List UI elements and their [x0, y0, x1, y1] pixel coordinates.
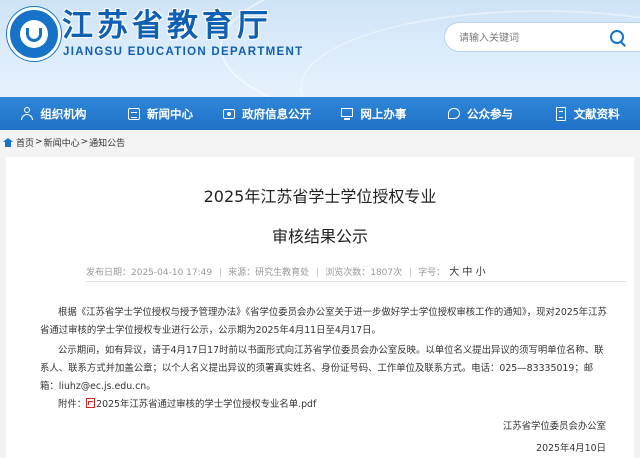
nav-item-public[interactable]: 公众参与 [427, 97, 534, 130]
site-title[interactable]: 江苏省教育厅 [62, 6, 272, 46]
nav-label: 新闻中心 [147, 106, 193, 121]
site-subtitle: JIANGSU EDUCATION DEPARTMENT [63, 46, 304, 58]
article-meta: 发布日期：2025-04-10 17:49 | 来源：研究生教育处 | 浏览次数：180… [86, 267, 486, 278]
nav-label: 公众参与 [467, 106, 514, 121]
nav-item-news[interactable]: 新闻中心 [107, 97, 214, 130]
nav-item-gov-info[interactable]: 政府信息公开 [213, 97, 320, 130]
home-icon [3, 137, 13, 147]
divider [86, 281, 626, 282]
article-source: 来源：研究生教育处 [228, 268, 310, 278]
font-size-label: 字号： [418, 268, 446, 278]
breadcrumb-separator: > [80, 137, 89, 147]
nav-label: 组织机构 [40, 106, 87, 121]
view-count: 浏览次数：1807次 [325, 268, 403, 278]
nav-item-docs[interactable]: 文献资料 [533, 97, 640, 130]
site-logo-icon[interactable] [7, 7, 61, 61]
search-input[interactable] [457, 29, 601, 47]
docs-icon [554, 106, 568, 121]
gov-info-icon [222, 107, 236, 121]
attachment-label: 附件： [58, 399, 87, 410]
nav-item-online-service[interactable]: 网上办事 [320, 97, 427, 130]
search-box [444, 22, 640, 52]
online-service-icon [340, 107, 354, 121]
breadcrumb-news[interactable]: 新闻中心 [44, 136, 80, 149]
attachment-link[interactable]: 2025年江苏省通过审核的学士学位授权专业名单.pdf [96, 399, 316, 410]
breadcrumb-home[interactable]: 首页 [16, 136, 34, 149]
breadcrumb: 首页 > 新闻中心 > 通知公告 [0, 130, 640, 154]
signature-date: 2025年4月10日 [536, 443, 606, 454]
article-paragraph: 公示期间，如有异议，请于4月17日17时前以书面形式向江苏省学位委员会办公室反映… [40, 345, 604, 392]
org-icon [20, 106, 34, 121]
font-medium-button[interactable]: 中 [462, 267, 472, 278]
attachment-row: 附件： 2025年江苏省通过审核的学士学位授权专业名单.pdf [40, 396, 608, 414]
search-icon[interactable] [609, 29, 627, 47]
nav-label: 政府信息公开 [242, 106, 312, 121]
font-small-button[interactable]: 小 [476, 267, 486, 278]
site-header: 江苏省教育厅 JIANGSU EDUCATION DEPARTMENT [0, 0, 640, 97]
nav-item-org[interactable]: 组织机构 [0, 97, 107, 130]
signature-org: 江苏省学位委员会办公室 [502, 421, 606, 432]
news-icon [127, 107, 141, 121]
main-nav: 组织机构 新闻中心 政府信息公开 网上办事 公众参与 文献资料 [0, 97, 640, 130]
nav-label: 网上办事 [360, 106, 407, 121]
article-panel: 2025年江苏省学士学位授权专业 审核结果公示 发布日期：2025-04-10 … [6, 157, 634, 458]
nav-label: 文献资料 [573, 106, 620, 121]
article-paragraph: 根据《江苏省学士学位授权与授予管理办法》《省学位委员会办公室关于进一步做好学士学… [40, 307, 607, 336]
pdf-icon [86, 398, 96, 408]
public-icon [447, 107, 461, 121]
breadcrumb-separator: > [35, 137, 43, 147]
article-title-line2: 审核结果公示 [271, 227, 368, 246]
publish-date: 发布日期：2025-04-10 17:49 [86, 268, 213, 278]
breadcrumb-notice[interactable]: 通知公告 [89, 136, 125, 149]
article-title: 2025年江苏省学士学位授权专业 [203, 187, 437, 206]
font-large-button[interactable]: 大 [449, 267, 459, 278]
